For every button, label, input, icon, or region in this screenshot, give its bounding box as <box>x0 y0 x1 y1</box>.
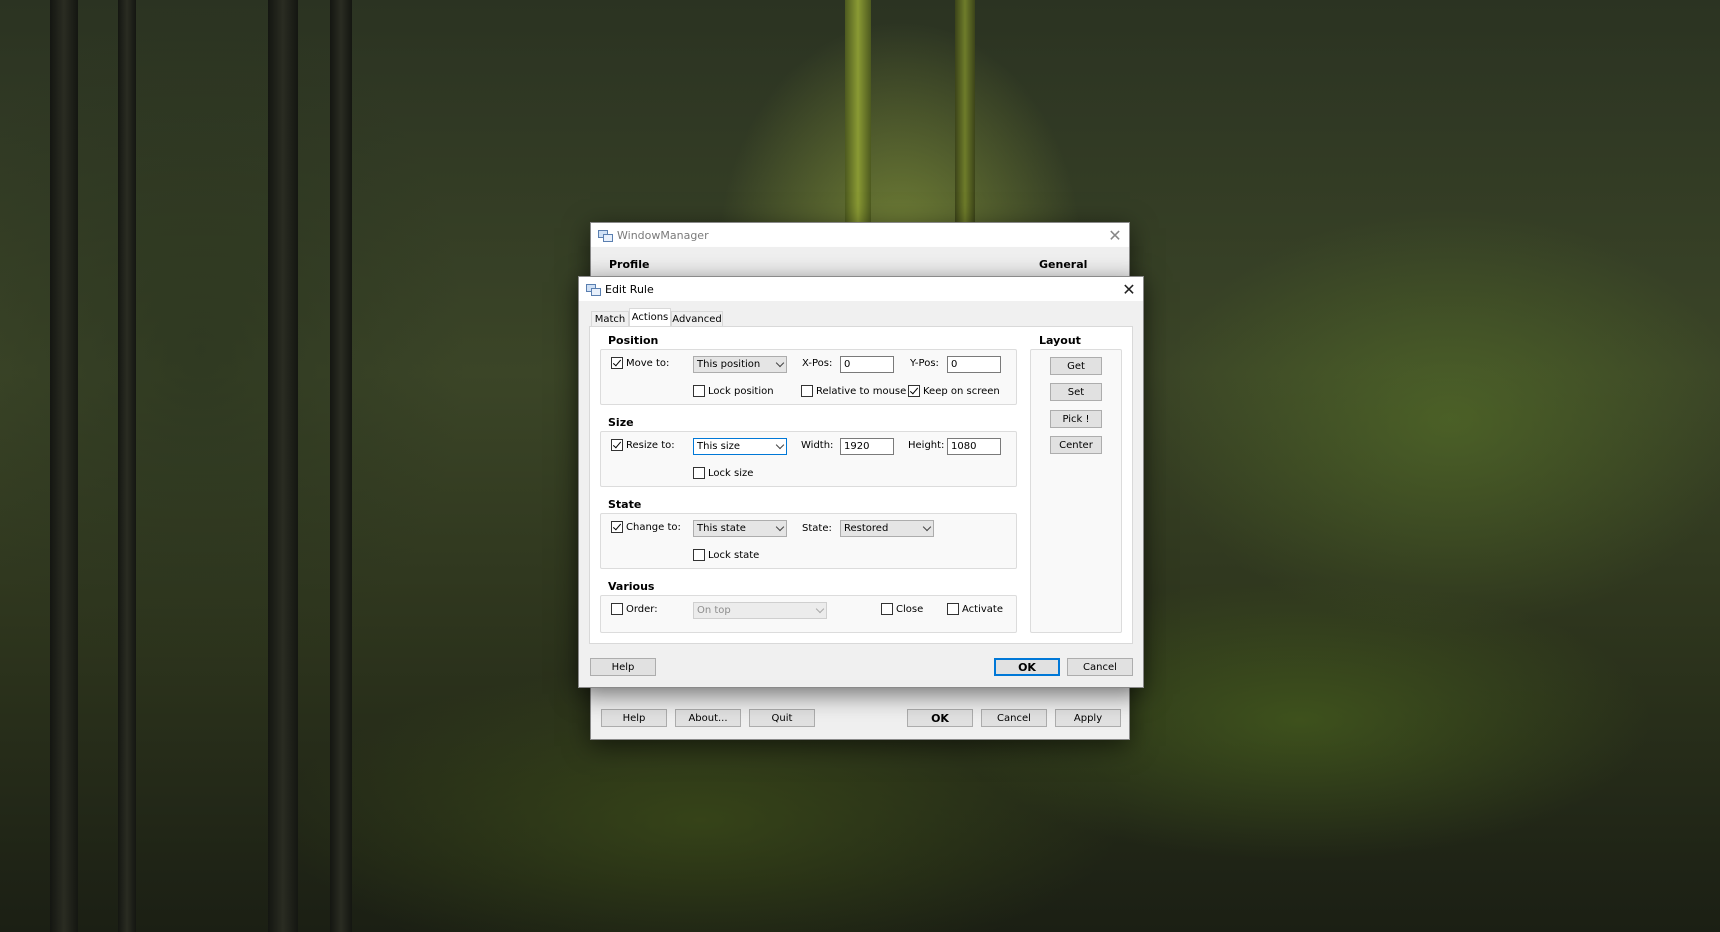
layout-pick-button[interactable]: Pick ! <box>1050 410 1102 428</box>
width-label: Width: <box>801 440 834 451</box>
dialog-help-button[interactable]: Help <box>590 658 656 676</box>
dialog-cancel-button[interactable]: Cancel <box>1067 658 1133 676</box>
profile-label: Profile <box>609 258 650 271</box>
order-select[interactable]: On top <box>693 602 827 619</box>
tab-actions[interactable]: Actions <box>629 308 671 327</box>
main-help-button[interactable]: Help <box>601 709 667 727</box>
main-window-title: WindowManager <box>617 228 709 242</box>
various-group-title: Various <box>608 580 655 593</box>
layout-set-button[interactable]: Set <box>1050 383 1102 401</box>
about-button[interactable]: About... <box>675 709 741 727</box>
background-tree <box>268 0 298 932</box>
background-tree <box>330 0 352 932</box>
main-ok-button[interactable]: OK <box>907 709 973 727</box>
app-icon <box>586 283 601 296</box>
background-tree <box>955 0 975 230</box>
layout-get-button[interactable]: Get <box>1050 357 1102 375</box>
checkbox-checked-icon <box>908 385 920 397</box>
tab-match[interactable]: Match <box>591 311 629 327</box>
ypos-input[interactable]: 0 <box>947 356 1001 373</box>
background-tree <box>50 0 78 932</box>
size-mode-select[interactable]: This size <box>693 438 787 455</box>
background-tree <box>118 0 136 932</box>
actions-tab-panel: Position Move to: This position X-Pos: 0… <box>589 326 1133 644</box>
tab-advanced[interactable]: Advanced <box>671 311 723 327</box>
move-to-checkbox[interactable]: Move to: <box>611 357 669 369</box>
relative-to-mouse-checkbox[interactable]: Relative to mouse <box>801 385 906 397</box>
main-cancel-button[interactable]: Cancel <box>981 709 1047 727</box>
close-icon[interactable]: ✕ <box>1101 223 1129 247</box>
height-input[interactable]: 1080 <box>947 438 1001 455</box>
chevron-down-icon <box>775 440 785 450</box>
state-value-select[interactable]: Restored <box>840 520 934 537</box>
apply-button[interactable]: Apply <box>1055 709 1121 727</box>
xpos-input[interactable]: 0 <box>840 356 894 373</box>
close-icon[interactable]: ✕ <box>1115 277 1143 301</box>
general-label: General <box>1039 258 1088 271</box>
size-group-title: Size <box>608 416 634 429</box>
activate-checkbox[interactable]: Activate <box>947 603 1003 615</box>
lock-position-checkbox[interactable]: Lock position <box>693 385 774 397</box>
close-checkbox[interactable]: Close <box>881 603 923 615</box>
chevron-down-icon <box>815 604 825 614</box>
app-icon <box>598 229 613 242</box>
lock-state-checkbox[interactable]: Lock state <box>693 549 759 561</box>
checkbox-checked-icon <box>611 357 623 369</box>
checkbox-checked-icon <box>611 521 623 533</box>
edit-rule-dialog: Edit Rule ✕ Match Actions Advanced Posit… <box>578 276 1144 688</box>
ypos-label: Y-Pos: <box>910 358 939 369</box>
lock-size-checkbox[interactable]: Lock size <box>693 467 753 479</box>
layout-group-title: Layout <box>1039 334 1081 347</box>
state-group-title: State <box>608 498 642 511</box>
main-window-titlebar: WindowManager ✕ <box>591 223 1129 247</box>
xpos-label: X-Pos: <box>802 358 833 369</box>
resize-to-checkbox[interactable]: Resize to: <box>611 439 675 451</box>
layout-center-button[interactable]: Center <box>1050 436 1102 454</box>
position-mode-select[interactable]: This position <box>693 356 787 373</box>
background-tree <box>845 0 871 230</box>
keep-on-screen-checkbox[interactable]: Keep on screen <box>908 385 1000 397</box>
width-input[interactable]: 1920 <box>840 438 894 455</box>
state-mode-select[interactable]: This state <box>693 520 787 537</box>
chevron-down-icon <box>922 522 932 532</box>
chevron-down-icon <box>775 358 785 368</box>
quit-button[interactable]: Quit <box>749 709 815 727</box>
position-group-title: Position <box>608 334 659 347</box>
edit-rule-titlebar: Edit Rule ✕ <box>579 277 1143 301</box>
state-label: State: <box>802 523 832 534</box>
height-label: Height: <box>908 440 945 451</box>
chevron-down-icon <box>775 522 785 532</box>
edit-rule-title: Edit Rule <box>605 282 654 296</box>
dialog-ok-button[interactable]: OK <box>994 658 1060 676</box>
change-to-checkbox[interactable]: Change to: <box>611 521 681 533</box>
order-checkbox[interactable]: Order: <box>611 603 658 615</box>
checkbox-checked-icon <box>611 439 623 451</box>
